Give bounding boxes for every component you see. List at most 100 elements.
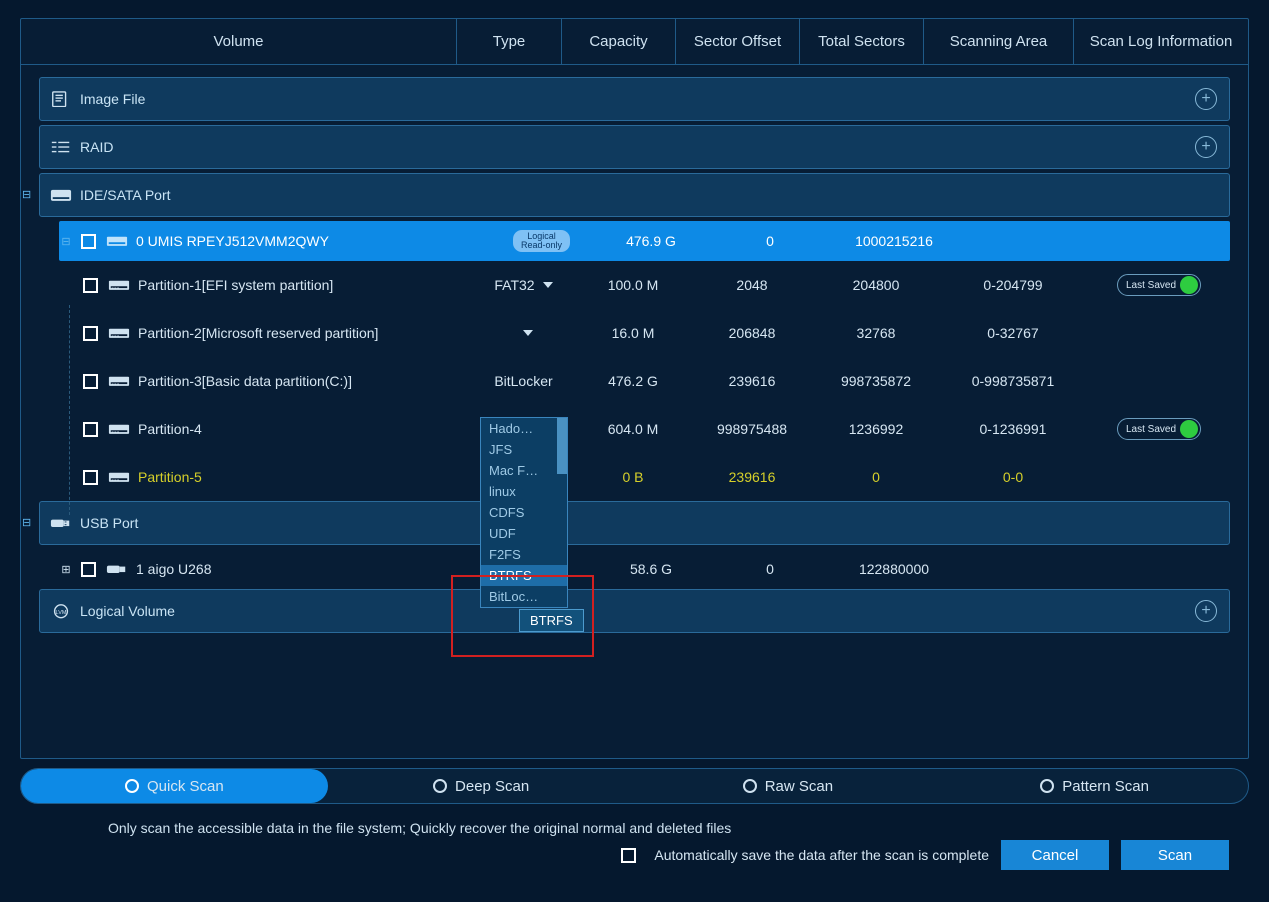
header-type[interactable]: Type <box>457 19 562 64</box>
partition-checkbox[interactable] <box>83 422 98 437</box>
usb-drive-icon <box>106 560 128 578</box>
partition-row[interactable]: Partition-5 0 B 239616 0 0-0 <box>59 453 1230 501</box>
auto-save-option[interactable]: Automatically save the data after the sc… <box>621 847 989 863</box>
device-label: 0 UMIS RPEYJ512VMM2QWY <box>136 233 329 249</box>
partition-icon <box>108 420 130 438</box>
partition-row[interactable]: Partition-2[Microsoft reserved partition… <box>59 309 1230 357</box>
last-saved-badge[interactable]: Last Saved <box>1117 274 1201 296</box>
logical-volume-icon: LVM <box>50 602 72 620</box>
category-label: USB Port <box>80 515 138 531</box>
partition-scan-area: 0-998735871 <box>938 373 1088 389</box>
partition-checkbox[interactable] <box>83 470 98 485</box>
partition-offset: 2048 <box>690 277 814 293</box>
partition-type-select[interactable] <box>471 330 576 336</box>
category-raid[interactable]: RAID + <box>39 125 1230 169</box>
header-capacity[interactable]: Capacity <box>562 19 676 64</box>
radio-icon <box>433 779 447 793</box>
header-total-sectors[interactable]: Total Sectors <box>800 19 924 64</box>
toggle-on-icon <box>1180 276 1198 294</box>
category-logical-volume[interactable]: LVM Logical Volume + <box>39 589 1230 633</box>
last-saved-badge[interactable]: Last Saved <box>1117 418 1201 440</box>
logical-readonly-badge: LogicalRead-only <box>513 230 570 252</box>
partition-name: Partition-5 <box>138 469 202 485</box>
device-row-0[interactable]: ⊟ 0 UMIS RPEYJ512VMM2QWY LogicalRead-onl… <box>59 221 1230 261</box>
chevron-down-icon[interactable] <box>543 282 553 288</box>
category-ide-sata[interactable]: IDE/SATA Port <box>39 173 1230 217</box>
device-offset: 0 <box>708 233 832 249</box>
filesystem-option[interactable]: BitLoc… <box>481 586 567 607</box>
header-scan-log[interactable]: Scan Log Information <box>1074 19 1248 64</box>
filesystem-option[interactable]: linux <box>481 481 567 502</box>
filesystem-option[interactable]: Hado… <box>481 418 567 439</box>
collapse-usb-icon[interactable]: ⊟ <box>22 516 31 529</box>
partition-offset: 239616 <box>690 469 814 485</box>
device-sectors: 1000215216 <box>832 233 956 249</box>
partition-capacity: 0 B <box>576 469 690 485</box>
volume-tree: Image File + RAID + ⊟ IDE/SATA Port ⊟ <box>21 65 1248 633</box>
filesystem-option[interactable]: JFS <box>481 439 567 460</box>
partition-name: Partition-4 <box>138 421 202 437</box>
quick-scan-mode[interactable]: Quick Scan <box>21 769 328 803</box>
partition-offset: 239616 <box>690 373 814 389</box>
filesystem-option[interactable]: Mac F… <box>481 460 567 481</box>
partition-row[interactable]: Partition-1[EFI system partition] FAT32 … <box>59 261 1230 309</box>
category-image-file[interactable]: Image File + <box>39 77 1230 121</box>
filesystem-option[interactable]: UDF <box>481 523 567 544</box>
header-volume[interactable]: Volume <box>21 19 457 64</box>
usb-device-row[interactable]: ⊞ 1 aigo U268 58.6 G 0 122880000 <box>59 549 1230 589</box>
partition-checkbox[interactable] <box>83 278 98 293</box>
partition-name: Partition-1[EFI system partition] <box>138 277 333 293</box>
add-logical-volume-icon[interactable]: + <box>1195 600 1217 622</box>
partition-row[interactable]: Partition-4 NTFS 604.0 M 998975488 12369… <box>59 405 1230 453</box>
filesystem-option[interactable]: CDFS <box>481 502 567 523</box>
mode-label: Quick Scan <box>147 778 224 795</box>
scan-button[interactable]: Scan <box>1121 840 1229 870</box>
auto-save-checkbox[interactable] <box>621 848 636 863</box>
filesystem-option[interactable]: BTRFS <box>481 565 567 586</box>
toggle-on-icon <box>1180 420 1198 438</box>
mode-label: Raw Scan <box>765 778 833 795</box>
device-checkbox[interactable] <box>81 234 96 249</box>
header-scanning-area[interactable]: Scanning Area <box>924 19 1074 64</box>
auto-save-label: Automatically save the data after the sc… <box>654 847 989 863</box>
usb-device-checkbox[interactable] <box>81 562 96 577</box>
category-label: Logical Volume <box>80 603 175 619</box>
chevron-down-icon[interactable] <box>523 330 533 336</box>
raw-scan-mode[interactable]: Raw Scan <box>635 769 942 803</box>
disk-icon <box>106 232 128 250</box>
svg-text:LVM: LVM <box>56 610 67 616</box>
add-image-file-icon[interactable]: + <box>1195 88 1217 110</box>
cancel-button[interactable]: Cancel <box>1001 840 1109 870</box>
partition-capacity: 476.2 G <box>576 373 690 389</box>
add-raid-icon[interactable]: + <box>1195 136 1217 158</box>
deep-scan-mode[interactable]: Deep Scan <box>328 769 635 803</box>
partition-capacity: 16.0 M <box>576 325 690 341</box>
pattern-scan-mode[interactable]: Pattern Scan <box>941 769 1248 803</box>
partition-checkbox[interactable] <box>83 374 98 389</box>
header-sector-offset[interactable]: Sector Offset <box>676 19 800 64</box>
partition-sectors: 1236992 <box>814 421 938 437</box>
partition-checkbox[interactable] <box>83 326 98 341</box>
usb-offset: 0 <box>708 561 832 577</box>
filesystem-tooltip: BTRFS <box>519 609 584 632</box>
partition-sectors: 32768 <box>814 325 938 341</box>
expand-usb-device-icon[interactable]: ⊞ <box>59 562 73 576</box>
bottom-actions: Automatically save the data after the sc… <box>621 840 1229 870</box>
partition-scan-area: 0-0 <box>938 469 1088 485</box>
partition-capacity: 604.0 M <box>576 421 690 437</box>
partition-offset: 998975488 <box>690 421 814 437</box>
partition-sectors: 0 <box>814 469 938 485</box>
collapse-device-icon[interactable]: ⊟ <box>59 234 73 248</box>
raid-icon <box>50 138 72 156</box>
usb-icon <box>50 514 72 532</box>
partition-type-select[interactable]: BitLocker <box>471 373 576 389</box>
category-usb[interactable]: USB Port <box>39 501 1230 545</box>
mode-label: Pattern Scan <box>1062 778 1149 795</box>
filesystem-dropdown[interactable]: Hado…JFSMac F…linuxCDFSUDFF2FSBTRFSBitLo… <box>480 417 568 608</box>
partition-row[interactable]: Partition-3[Basic data partition(C:)] Bi… <box>59 357 1230 405</box>
collapse-ide-sata-icon[interactable]: ⊟ <box>22 188 31 201</box>
usb-device-label: 1 aigo U268 <box>136 561 212 577</box>
filesystem-option[interactable]: F2FS <box>481 544 567 565</box>
dropdown-scrollbar[interactable] <box>557 418 567 474</box>
partition-type-select[interactable]: FAT32 <box>471 277 576 293</box>
